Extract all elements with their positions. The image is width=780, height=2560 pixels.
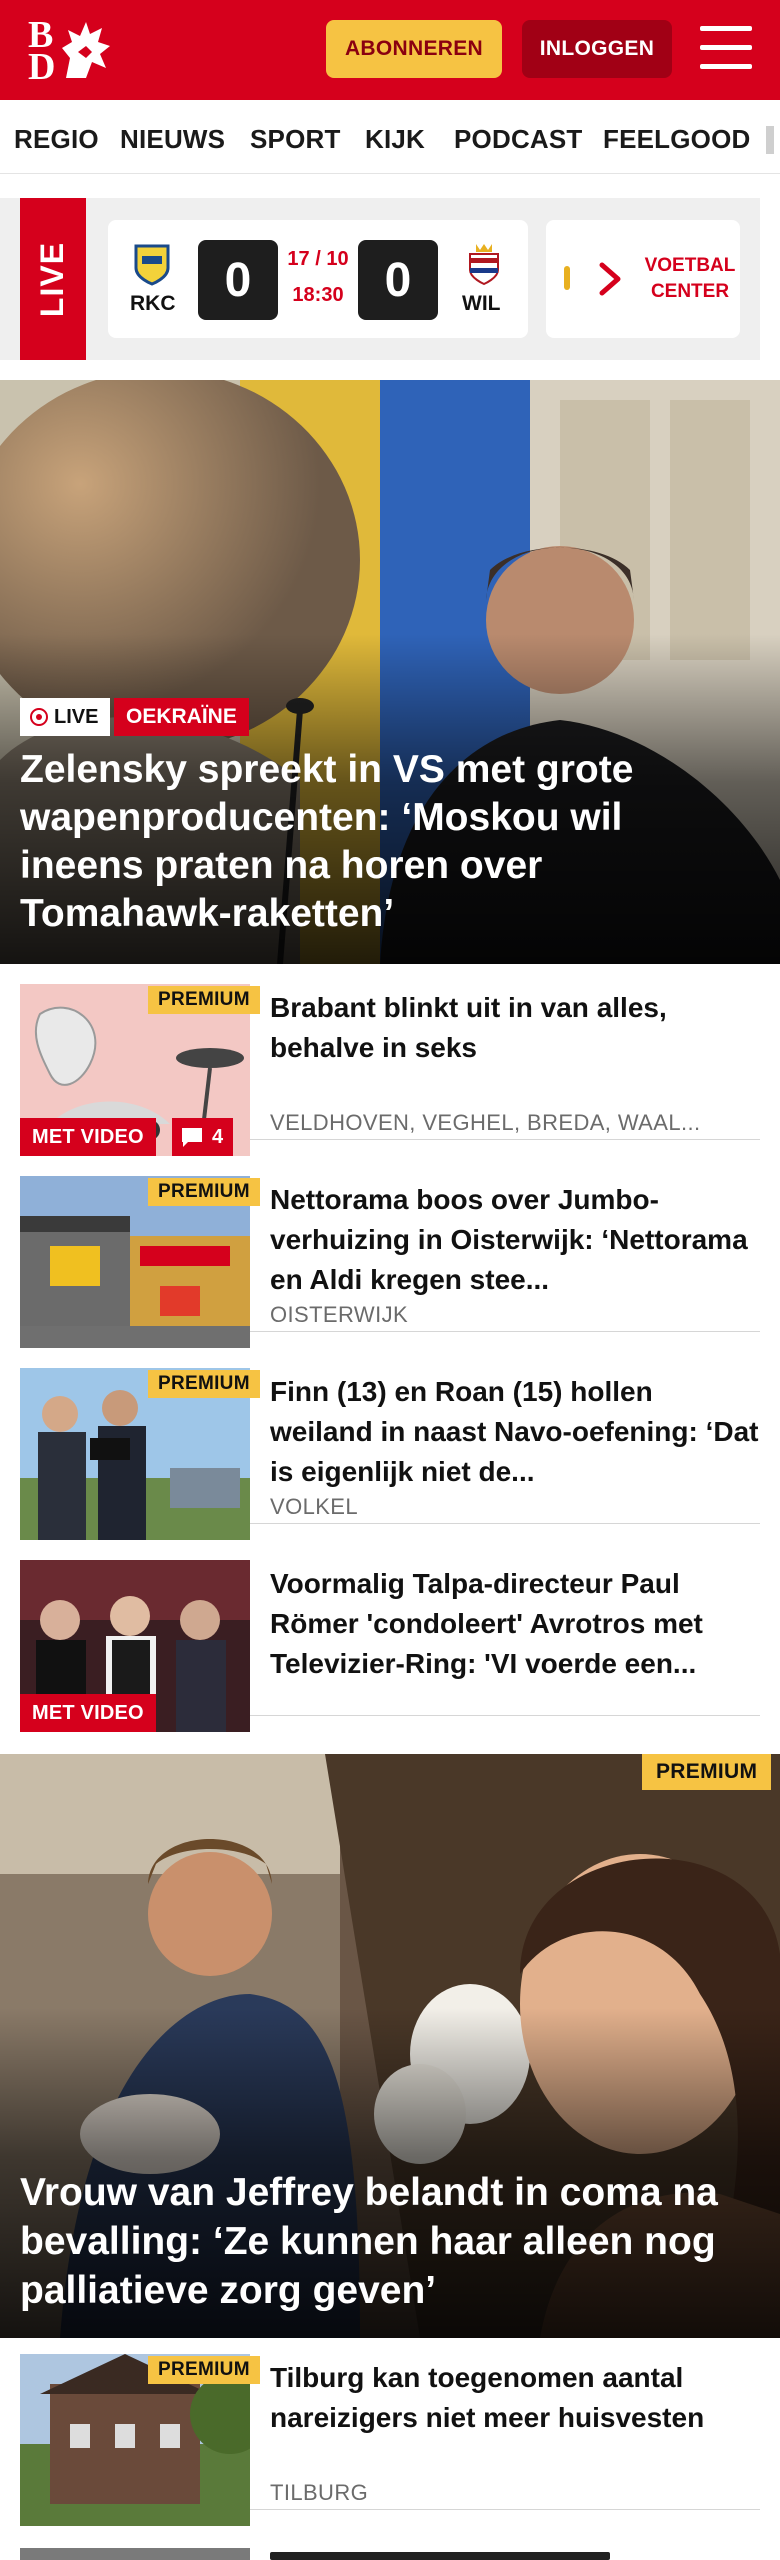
next-article-title-peek <box>270 2552 610 2560</box>
article-location: VOLKEL <box>270 1494 359 1519</box>
nav-item-feelgood[interactable]: FEELGOOD <box>603 124 751 155</box>
article-title[interactable]: Voormalig Talpa-directeur Paul Römer 'co… <box>270 1564 760 1684</box>
article-title[interactable]: Finn (13) en Roan (15) hollen weiland in… <box>270 1372 760 1492</box>
nav-overflow-indicator <box>766 126 774 154</box>
article-location: VELDHOVEN, VEGHEL, BREDA, WAAL... <box>270 1110 701 1135</box>
premium-badge: PREMIUM <box>642 1754 772 1790</box>
list-item[interactable]: PREMIUM MET VIDEO 4 Brabant blinkt uit i… <box>20 966 760 1156</box>
live-tab[interactable]: LIVE <box>20 198 86 360</box>
section-nav: REGIO NIEUWS SPORT KIJK PODCAST FEELGOOD <box>0 100 780 174</box>
match-date: 17 / 10 <box>287 248 349 270</box>
list-item[interactable]: MET VIDEO Voormalig Talpa-directeur Paul… <box>20 1542 760 1732</box>
list-item[interactable]: PREMIUM Nettorama boos over Jumbo-verhui… <box>20 1158 760 1348</box>
willem-ii-crest-icon <box>469 244 499 286</box>
nav-item-regio[interactable]: REGIO <box>14 124 99 155</box>
article-title[interactable]: Tilburg kan toegenomen aantal nareiziger… <box>270 2358 760 2438</box>
comment-count: 4 <box>212 1125 224 1148</box>
rkc-crest-icon <box>134 244 170 286</box>
article-location: TILBURG <box>270 2480 369 2505</box>
home-score: 0 <box>198 240 278 320</box>
live-dot-icon <box>30 708 48 726</box>
match-card[interactable]: RKC 0 17 / 10 18:30 0 WIL <box>108 220 528 338</box>
voetbal-center-label: VOETBAL CENTER <box>644 255 736 302</box>
voetbal-center-button[interactable]: VOETBAL CENTER <box>640 220 740 338</box>
article-title[interactable]: Brabant blinkt uit in van alles, behalve… <box>270 988 760 1068</box>
nav-item-nieuws[interactable]: NIEUWS <box>120 124 225 155</box>
list-item[interactable]: PREMIUM Tilburg kan toegenomen aantal na… <box>20 2336 760 2526</box>
match-time: 18:30 <box>292 284 344 306</box>
hamburger-icon[interactable] <box>700 26 752 70</box>
comment-icon <box>182 1128 202 1147</box>
dragon-emblem-icon <box>62 22 110 78</box>
list-item[interactable]: PREMIUM Finn (13) en Roan (15) hollen we… <box>20 1350 760 1540</box>
away-team-name: WIL <box>462 292 501 315</box>
premium-badge: PREMIUM <box>148 2356 260 2384</box>
away-score: 0 <box>358 240 438 320</box>
hero-title[interactable]: Zelensky spreekt in VS met grote wapenpr… <box>20 746 740 938</box>
premium-badge: PREMIUM <box>148 1178 260 1206</box>
video-badge: MET VIDEO <box>20 1694 156 1732</box>
logo-letter-d: D <box>28 46 56 88</box>
nav-item-kijk[interactable]: KIJK <box>365 124 425 155</box>
comment-count-badge[interactable]: 4 <box>172 1118 234 1156</box>
premium-badge: PREMIUM <box>148 986 260 1014</box>
live-label: LIVE <box>34 241 71 317</box>
home-team-name: RKC <box>130 292 176 315</box>
live-badge: LIVE <box>20 698 111 736</box>
scroll-right-button[interactable] <box>580 246 640 312</box>
article-location: OISTERWIJK <box>270 1302 409 1327</box>
brand-logo[interactable]: B D <box>22 14 122 86</box>
nav-item-podcast[interactable]: PODCAST <box>454 124 583 155</box>
subscribe-button[interactable]: ABONNEREN <box>326 20 502 78</box>
login-button[interactable]: INLOGGEN <box>522 20 672 78</box>
category-badge[interactable]: OEKRAÏNE <box>114 698 249 736</box>
next-article-thumbnail-peek <box>20 2548 250 2560</box>
video-badge: MET VIDEO <box>20 1118 156 1156</box>
site-header: B D ABONNEREN INLOGGEN <box>0 0 780 100</box>
featured-title[interactable]: Vrouw van Jeffrey belandt in coma na bev… <box>20 2168 760 2315</box>
chevron-right-icon <box>599 262 621 296</box>
nav-item-sport[interactable]: SPORT <box>250 124 341 155</box>
article-title[interactable]: Nettorama boos over Jumbo-verhuizing in … <box>270 1180 760 1300</box>
premium-badge: PREMIUM <box>148 1370 260 1398</box>
